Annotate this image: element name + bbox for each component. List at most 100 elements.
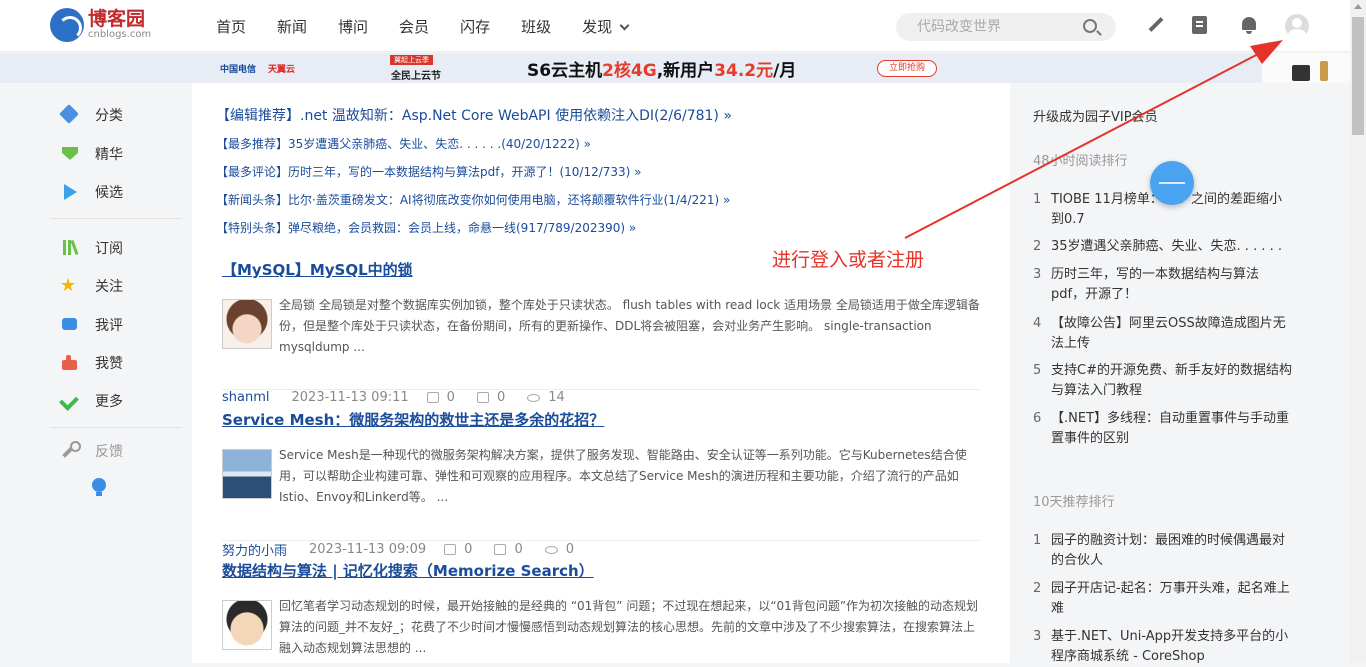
ranking-item[interactable]: 4 【故障公告】阿里云OSS故障造成图片无法上传	[1033, 314, 1293, 354]
sidebar-item-label: 我赞	[95, 356, 123, 372]
rank-number: 1	[1033, 192, 1042, 207]
banner-cloud-logo: 天翼云	[268, 65, 296, 75]
headline-most-recommended[interactable]: 【最多推荐】35岁遭遇父亲肺癌、失业、失恋. . . . . .(40/20/1…	[216, 135, 591, 152]
thumbs-up-icon[interactable]	[426, 392, 439, 403]
rank-title: 基于.NET、Uni-App开发支持多平台的小程序商城系统 - CoreShop	[1051, 629, 1289, 664]
lightbulb-icon[interactable]	[92, 478, 106, 496]
ranking-item[interactable]: 3 基于.NET、Uni-App开发支持多平台的小程序商城系统 - CoreSho…	[1033, 627, 1293, 667]
ranking-item[interactable]: 3 历时三年，写的一本数据结构与算法pdf，开源了！	[1033, 265, 1293, 305]
bell-icon[interactable]	[1241, 16, 1257, 34]
scroll-up-arrow-icon[interactable]	[1354, 4, 1362, 9]
sidebar-item-label: 订阅	[95, 241, 123, 257]
annotation-text: 进行登入或者注册	[772, 249, 925, 271]
banner-badge: 翼起上云季	[390, 55, 433, 65]
eye-icon	[544, 545, 558, 554]
nav-home[interactable]: 首页	[216, 16, 246, 37]
post-date: 2023-11-13 09:09	[309, 542, 427, 557]
headline-news[interactable]: 【新闻头条】比尔·盖茨重磅发文：AI将彻底改变你如何使用电脑，还将颠覆软件行业(…	[216, 191, 730, 208]
nav-vip[interactable]: 会员	[399, 16, 429, 37]
banner-buy-button[interactable]: 立即抢购	[877, 60, 937, 77]
post-summary: Service Mesh是一种现代的微服务架构解决方案，提供了服务发现、智能路由…	[279, 448, 967, 504]
ad-banner[interactable]: 中国电信 天翼云 翼起上云季 全民上云节 S6云主机2核4G,新用户34.2元/…	[0, 53, 1350, 83]
user-avatar[interactable]	[1285, 14, 1309, 38]
logo-name: 博客园	[88, 8, 146, 30]
ranking-item[interactable]: 1 园子的融资计划：最困难的时候偶遇最对的合伙人	[1033, 531, 1293, 571]
rank-number: 3	[1033, 629, 1042, 644]
rank-number: 3	[1033, 267, 1042, 282]
vip-upgrade-link[interactable]: 升级成为园子VIP会员	[1033, 106, 1158, 125]
ranking-item[interactable]: 2 园子开店记-起名：万事开头难，起名难上难	[1033, 579, 1293, 619]
search-box	[896, 13, 1116, 41]
nav-class[interactable]: 班级	[521, 16, 551, 37]
rank-title: 园子开店记-起名：万事开头难，起名难上难	[1051, 581, 1290, 616]
post-date: 2023-11-13 09:11	[291, 390, 409, 405]
sidebar-item-candidate[interactable]: 候选	[60, 182, 123, 202]
post-meta: shanml 2023-11-13 09:11 0 0 14	[222, 390, 587, 405]
sidebar-item-more[interactable]: 更多	[60, 391, 123, 411]
recommend-10d-heading: 10天推荐排行	[1033, 495, 1115, 510]
sidebar-item-featured[interactable]: 精华	[60, 144, 123, 164]
rank-number: 2	[1033, 581, 1042, 596]
post-likes: 0	[446, 390, 455, 405]
comment-icon[interactable]	[476, 392, 489, 403]
nav-discover[interactable]: 发现	[582, 16, 630, 37]
post-author[interactable]: 努力的小雨	[222, 540, 287, 559]
post-comments: 0	[496, 390, 506, 405]
left-sidebar: 分类 精华 候选 订阅 ★ 关注 我评 我赞 更多 反馈	[0, 83, 192, 663]
post-item: 数据结构与算法 | 记忆化搜索（Memorize Search） 回忆笔者学习动…	[222, 560, 980, 655]
sidebar-item-my-comments[interactable]: 我评	[60, 315, 123, 335]
rank-number: 5	[1033, 363, 1042, 378]
banner-decoration-image	[1262, 53, 1350, 83]
post-views: 14	[548, 390, 565, 405]
ranking-item[interactable]: 6 【.NET】多线程：自动重置事件与手动重置事件的区别	[1033, 409, 1293, 449]
sidebar-item-label: 分类	[95, 108, 123, 124]
chevron-down-icon	[619, 20, 630, 30]
scrollbar-thumb[interactable]	[1352, 17, 1364, 135]
sidebar-item-my-likes[interactable]: 我赞	[60, 353, 123, 373]
nav-discover-label: 发现	[582, 17, 613, 36]
sidebar-divider	[50, 218, 182, 219]
page-scrollbar[interactable]	[1350, 0, 1366, 663]
post-title[interactable]: 【MySQL】MySQL中的锁	[222, 261, 413, 279]
author-avatar[interactable]	[222, 600, 272, 650]
headline-editor-pick[interactable]: 【编辑推荐】.net 温故知新：Asp.Net Core WebAPI 使用依赖…	[216, 105, 732, 125]
check-icon	[60, 391, 80, 411]
author-avatar[interactable]	[222, 449, 272, 499]
nav-ing[interactable]: 闪存	[460, 16, 490, 37]
sidebar-item-following[interactable]: ★ 关注	[60, 276, 123, 296]
rank-title: 园子的融资计划：最困难的时候偶遇最对的合伙人	[1051, 533, 1286, 568]
rank-number: 6	[1033, 411, 1042, 426]
rank-title: 35岁遭遇父亲肺癌、失业、失恋. . . . . .	[1051, 239, 1282, 254]
search-input[interactable]	[896, 13, 1066, 41]
nav-news[interactable]: 新闻	[277, 16, 307, 37]
rank-title: 历时三年，写的一本数据结构与算法pdf，开源了！	[1051, 267, 1260, 302]
post-title[interactable]: Service Mesh：微服务架构的救世主还是多余的花招？	[222, 411, 604, 429]
headline-most-commented[interactable]: 【最多评论】历时三年，写的一本数据结构与算法pdf，开源了！(10/12/733…	[216, 163, 642, 180]
headline-special[interactable]: 【特别头条】弹尽粮绝，会员救园：会员上线，命悬一线(917/789/202390…	[216, 219, 636, 236]
thumbs-up-icon[interactable]	[444, 544, 457, 555]
comment-icon[interactable]	[494, 544, 507, 555]
sidebar-item-feedback[interactable]: 反馈	[60, 441, 123, 461]
notebook-icon[interactable]	[1192, 16, 1207, 34]
rank-number: 4	[1033, 316, 1042, 331]
post-divider	[222, 389, 980, 390]
post-meta: 努力的小雨 2023-11-13 09:09 0 0 0	[222, 540, 596, 559]
post-divider	[222, 540, 980, 541]
read-48h-heading: 48小时阅读排行	[1033, 154, 1128, 169]
post-views: 0	[565, 542, 575, 557]
ranking-item[interactable]: 2 35岁遭遇父亲肺癌、失业、失恋. . . . . .	[1033, 237, 1293, 257]
sidebar-item-subscribe[interactable]: 订阅	[60, 238, 123, 258]
pen-icon[interactable]	[1146, 16, 1166, 36]
search-icon[interactable]	[1083, 19, 1097, 33]
ranking-item[interactable]: 5 支持C#的开源免费、新手友好的数据结构与算法入门教程	[1033, 361, 1293, 401]
post-title[interactable]: 数据结构与算法 | 记忆化搜索（Memorize Search）	[222, 562, 594, 580]
nav-qa[interactable]: 博问	[338, 16, 368, 37]
rank-number: 1	[1033, 533, 1042, 548]
sidebar-item-category[interactable]: 分类	[60, 105, 123, 125]
logo-domain: cnblogs.com	[88, 29, 152, 40]
site-logo[interactable]: 博客园 cnblogs.com	[50, 8, 151, 42]
eye-icon	[527, 393, 541, 402]
floating-assistant-button[interactable]	[1150, 161, 1194, 205]
post-author[interactable]: shanml	[222, 390, 270, 405]
author-avatar[interactable]	[222, 299, 272, 349]
